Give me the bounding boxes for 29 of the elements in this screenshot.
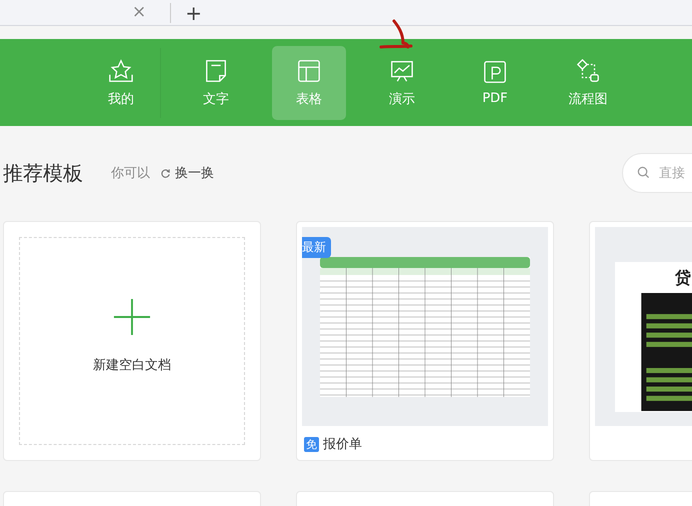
- nav-item[interactable]: 演示: [365, 46, 439, 120]
- search-icon: [637, 166, 650, 179]
- new-badge: 最新: [302, 237, 331, 258]
- document-icon: [203, 58, 229, 84]
- nav-item[interactable]: 文字: [179, 46, 253, 120]
- free-tag: 免: [304, 436, 319, 452]
- refresh-icon[interactable]: [160, 168, 171, 178]
- nav-item[interactable]: 流程图: [551, 46, 625, 120]
- nav-item[interactable]: PDF: [458, 46, 532, 120]
- star-icon: [108, 58, 134, 84]
- section-title: 推荐模板: [3, 160, 83, 186]
- plus-icon: [113, 298, 151, 336]
- refresh-link[interactable]: 换一换: [175, 164, 214, 182]
- nav-item[interactable]: 表格: [272, 46, 346, 120]
- new-blank-document-label: 新建空白文档: [93, 357, 171, 374]
- nav-item[interactable]: 我的: [84, 46, 158, 120]
- template-card[interactable]: 贷: [589, 221, 692, 461]
- template-card[interactable]: 新建空白文档: [3, 221, 261, 461]
- table-icon: [296, 58, 322, 84]
- template-card[interactable]: 最新 免 报价单: [296, 221, 554, 461]
- hint-text: 你可以: [111, 165, 150, 182]
- search-field[interactable]: 直接: [622, 153, 692, 193]
- document-title: 贷: [675, 268, 691, 289]
- new-tab-button[interactable]: +: [170, 2, 202, 22]
- close-tab-button[interactable]: ×: [132, 4, 146, 21]
- pdf-icon: [482, 59, 508, 85]
- flowchart-icon: [575, 58, 601, 84]
- new-document-area[interactable]: 新建空白文档: [19, 237, 245, 445]
- template-name: 报价单: [323, 436, 362, 453]
